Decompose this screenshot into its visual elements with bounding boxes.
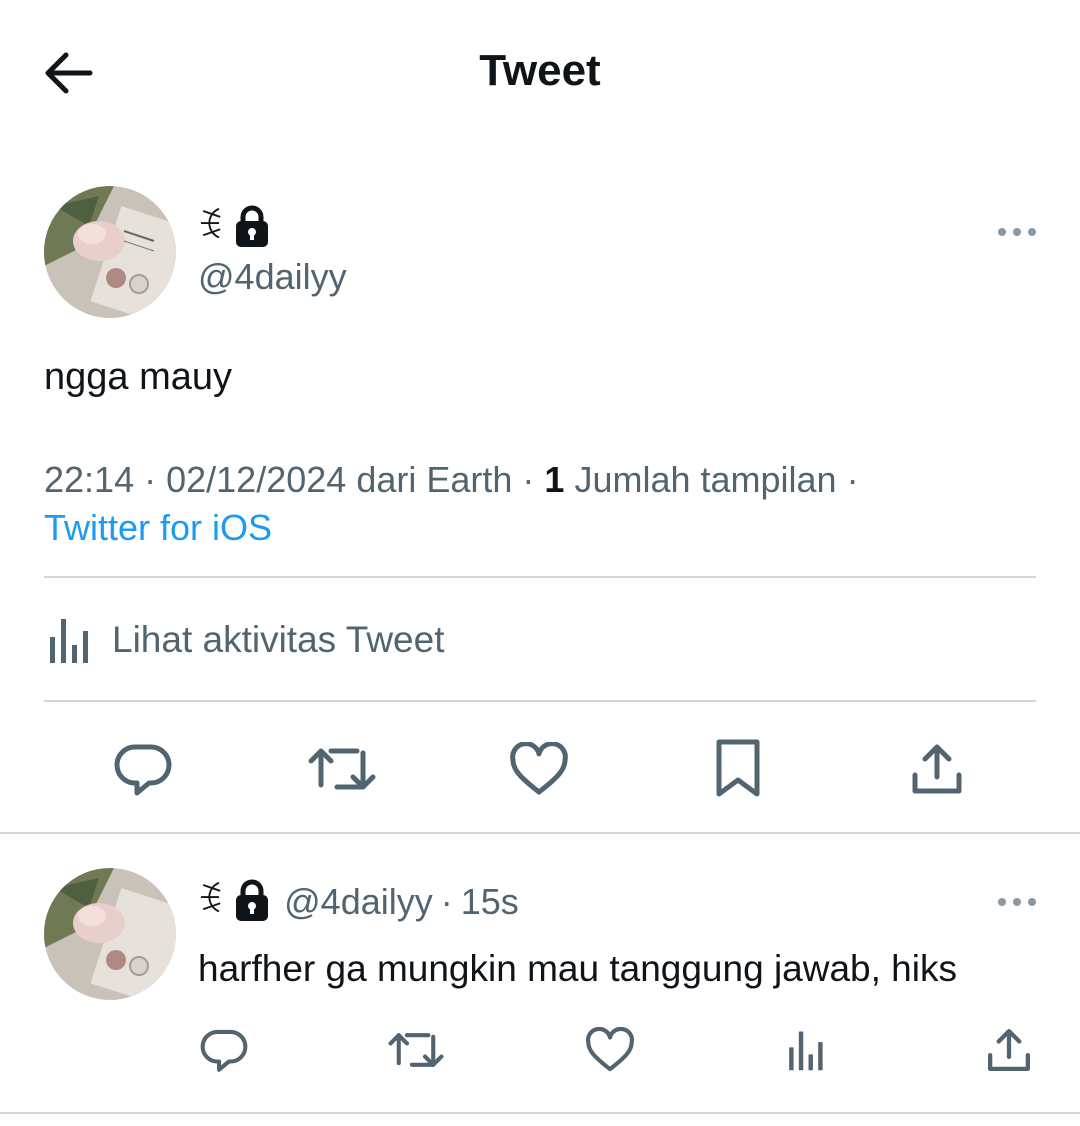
reply-like-button[interactable]: [584, 1026, 636, 1074]
tweet-text: ngga mauy: [44, 356, 233, 398]
like-button[interactable]: [508, 740, 570, 798]
analytics-icon: [50, 619, 88, 663]
author-name-row[interactable]: ꉂ: [196, 205, 270, 252]
reply-analytics-button[interactable]: [782, 1026, 828, 1074]
heart-icon: [510, 742, 568, 795]
reply-display-name: ꉂ: [196, 881, 225, 922]
tweet-meta: 22:14 · 02/12/2024 dari Earth · 1 Jumlah…: [44, 459, 859, 500]
retweet-icon: [388, 1033, 444, 1067]
share-icon: [912, 744, 962, 794]
reply-icon: [114, 744, 172, 796]
reply-author-row[interactable]: ꉂ @4dailyy · 15s: [196, 876, 519, 928]
avatar-image: [44, 868, 176, 1000]
reply-icon: [200, 1029, 248, 1072]
tweet-time: 22:14: [44, 459, 135, 500]
analytics-icon: [789, 1031, 823, 1071]
tweet-location: dari Earth: [356, 459, 513, 500]
tweet-date: 02/12/2024: [166, 459, 347, 500]
reply-age: 15s: [460, 881, 519, 922]
tweet-source-link[interactable]: Twitter for iOS: [44, 504, 272, 552]
reply-share-button[interactable]: [984, 1026, 1034, 1074]
divider: [44, 700, 1036, 702]
section-divider: [0, 832, 1080, 834]
reply-reply-button[interactable]: [198, 1026, 250, 1074]
reply-avatar[interactable]: [44, 868, 176, 1000]
retweet-button[interactable]: [306, 740, 378, 798]
bookmark-icon: [716, 739, 760, 797]
reply-handle: @4dailyy: [284, 881, 433, 922]
page-title: Tweet: [479, 46, 601, 95]
reply-button[interactable]: [112, 740, 174, 798]
more-button[interactable]: [996, 222, 1040, 242]
more-horizontal-icon: [998, 228, 1036, 236]
share-icon: [988, 1029, 1030, 1071]
avatar[interactable]: [44, 186, 176, 318]
reply-retweet-button[interactable]: [386, 1026, 446, 1074]
author-display-name: ꉂ: [196, 207, 225, 248]
author-handle[interactable]: @4dailyy: [198, 256, 347, 298]
lock-icon: [234, 205, 270, 252]
avatar-image: [44, 186, 176, 318]
more-horizontal-icon: [998, 898, 1036, 906]
lock-icon: [234, 879, 270, 926]
views-label: Jumlah tampilan: [574, 459, 837, 500]
view-tweet-activity-button[interactable]: Lihat aktivitas Tweet: [44, 612, 445, 668]
activity-label: Lihat aktivitas Tweet: [112, 619, 445, 660]
heart-icon: [585, 1027, 635, 1072]
reply-text: harfher ga mungkin mau tanggung jawab, h…: [198, 948, 957, 989]
views-count: 1: [544, 459, 565, 500]
reply-more-button[interactable]: [996, 892, 1040, 912]
divider: [44, 576, 1036, 578]
bottom-divider: [0, 1112, 1080, 1114]
share-button[interactable]: [908, 740, 966, 798]
bookmark-button[interactable]: [712, 738, 764, 800]
retweet-icon: [308, 748, 376, 790]
